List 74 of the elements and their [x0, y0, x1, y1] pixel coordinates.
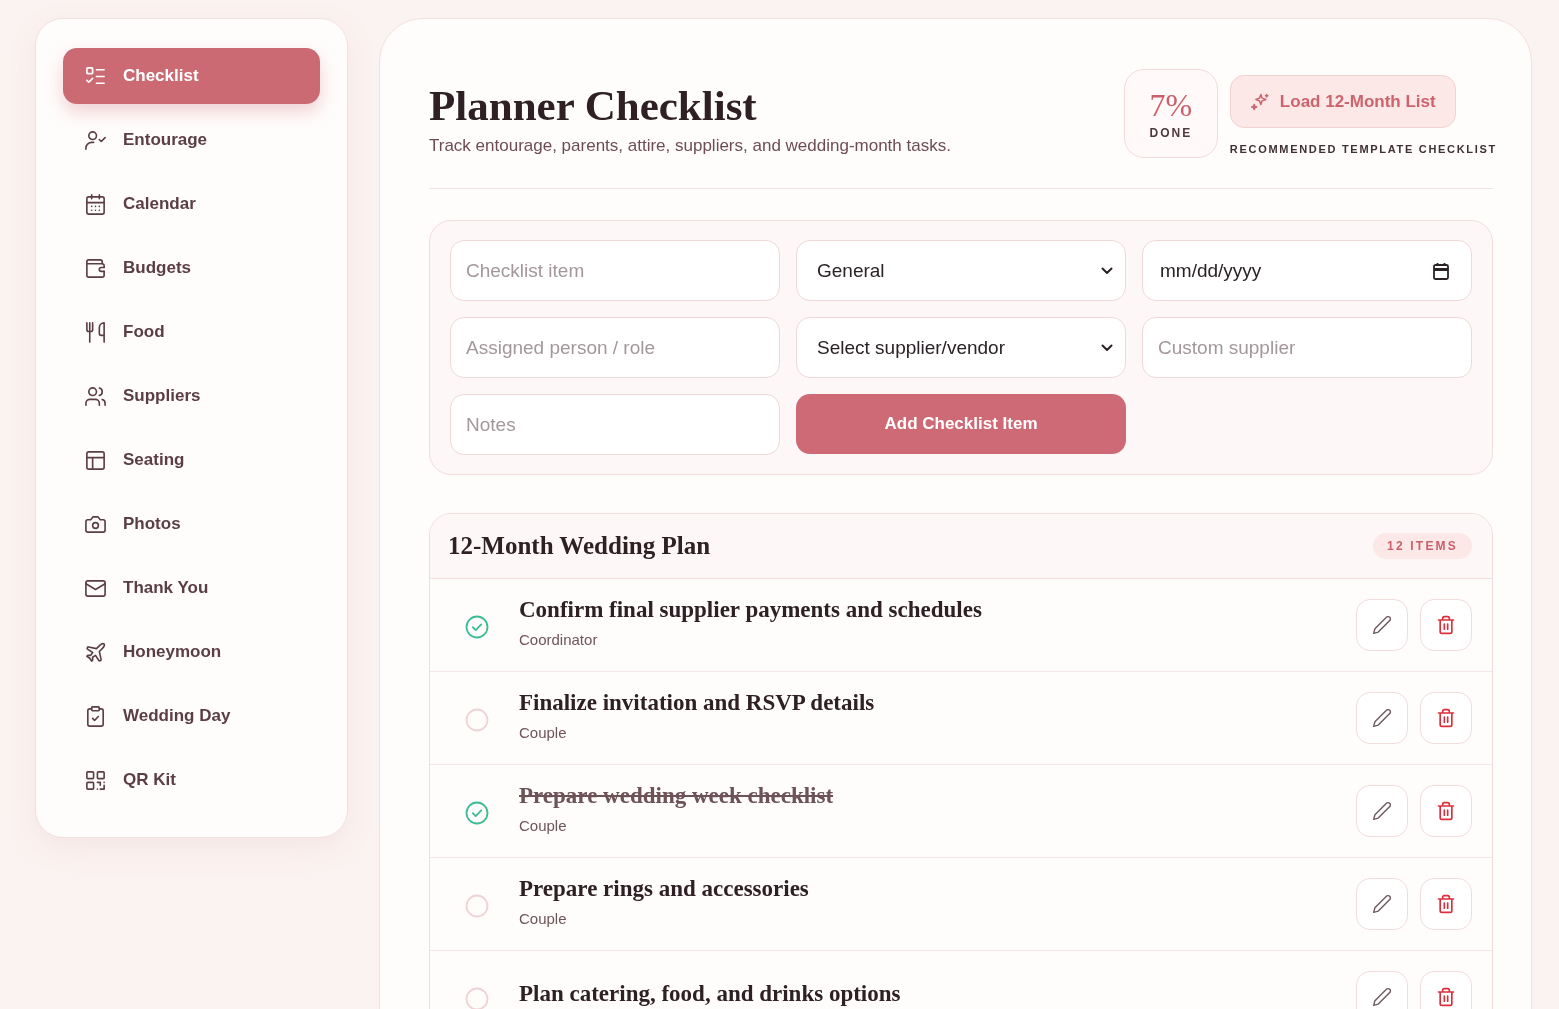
- task-title: Plan catering, food, and drinks options: [519, 981, 902, 1007]
- user-check-icon: [84, 128, 107, 152]
- plan-title: 12-Month Wedding Plan: [448, 532, 711, 560]
- delete-button[interactable]: [1420, 971, 1472, 1009]
- text-input[interactable]: Custom supplier: [1142, 317, 1472, 378]
- pencil-icon: [1372, 708, 1392, 728]
- edit-button[interactable]: [1356, 692, 1408, 744]
- chevron-down-icon: [1101, 266, 1113, 275]
- trash-icon: [1436, 708, 1456, 728]
- qr-code-icon: [84, 768, 107, 792]
- dropdown[interactable]: Select supplier/vendor: [796, 317, 1126, 378]
- sidebar-item[interactable]: Wedding Day: [63, 688, 320, 744]
- fork-knife-icon: [84, 320, 107, 344]
- task-assignee: Coordinator: [519, 630, 599, 648]
- sidebar-item[interactable]: Food: [63, 304, 320, 360]
- clipboard-check-icon: [84, 704, 107, 728]
- trash-icon: [1436, 615, 1456, 635]
- delete-button[interactable]: [1420, 599, 1472, 651]
- page-title: Planner Checklist: [429, 82, 758, 130]
- delete-button[interactable]: [1420, 785, 1472, 837]
- progress-percent: 7%: [1149, 87, 1193, 122]
- sidebar-item[interactable]: Entourage: [63, 112, 320, 168]
- task-checkbox[interactable]: [465, 708, 489, 732]
- sidebar-item[interactable]: Checklist: [63, 48, 320, 104]
- sidebar-item[interactable]: QR Kit: [63, 752, 320, 808]
- text-input[interactable]: Assigned person / role: [450, 317, 780, 378]
- trash-icon: [1436, 987, 1456, 1007]
- trash-icon: [1436, 801, 1456, 821]
- sidebar-item[interactable]: Seating: [63, 432, 320, 488]
- task-assignee: Couple: [519, 816, 568, 834]
- edit-button[interactable]: [1356, 599, 1408, 651]
- template-caption: RECOMMENDED TEMPLATE CHECKLIST: [1229, 143, 1497, 155]
- airplane-icon: [84, 640, 107, 664]
- layout-icon: [84, 448, 107, 472]
- pencil-icon: [1372, 801, 1392, 821]
- sidebar-item[interactable]: Suppliers: [63, 368, 320, 424]
- delete-button[interactable]: [1420, 692, 1472, 744]
- task-checkbox[interactable]: [465, 801, 489, 825]
- task-checkbox[interactable]: [465, 894, 489, 918]
- sidebar-item[interactable]: Thank You: [63, 560, 320, 616]
- delete-button[interactable]: [1420, 878, 1472, 930]
- add-item-button[interactable]: Add Checklist Item: [796, 394, 1126, 454]
- sidebar-item[interactable]: Budgets: [63, 240, 320, 296]
- users-icon: [84, 384, 107, 408]
- task-title: Prepare wedding week checklist: [519, 782, 835, 809]
- chevron-down-icon: [1101, 343, 1113, 352]
- task-title: Confirm final supplier payments and schedules: [519, 596, 983, 623]
- text-input[interactable]: Notes: [450, 394, 780, 455]
- sidebar-item[interactable]: Photos: [63, 496, 320, 552]
- task-assignee: Couple: [519, 909, 568, 927]
- item-count-badge: 12 ITEMS: [1373, 533, 1472, 559]
- page-subtitle: Track entourage, parents, attire, suppliers, and wedding-month tasks.: [429, 136, 951, 156]
- date-input[interactable]: mm/dd/yyyy: [1142, 240, 1472, 301]
- task-title: Prepare rings and accessories: [519, 875, 810, 902]
- task-assignee: Couple: [519, 723, 568, 741]
- edit-button[interactable]: [1356, 878, 1408, 930]
- progress-label: DONE: [1149, 125, 1193, 140]
- trash-icon: [1436, 894, 1456, 914]
- wallet-icon: [84, 256, 107, 280]
- pencil-icon: [1372, 987, 1392, 1007]
- text-input[interactable]: Checklist item: [450, 240, 780, 301]
- pencil-icon: [1372, 615, 1392, 635]
- task-title: Finalize invitation and RSVP details: [519, 689, 876, 716]
- calendar-icon: [1433, 261, 1449, 280]
- calendar-icon: [84, 192, 107, 216]
- sidebar-item[interactable]: Honeymoon: [63, 624, 320, 680]
- edit-button[interactable]: [1356, 785, 1408, 837]
- pencil-icon: [1372, 894, 1392, 914]
- sparkles-icon: [1249, 91, 1270, 112]
- sidebar-item[interactable]: Calendar: [63, 176, 320, 232]
- dropdown[interactable]: General: [796, 240, 1126, 301]
- task-checkbox[interactable]: [465, 987, 489, 1009]
- edit-button[interactable]: [1356, 971, 1408, 1009]
- task-checkbox[interactable]: [465, 615, 489, 639]
